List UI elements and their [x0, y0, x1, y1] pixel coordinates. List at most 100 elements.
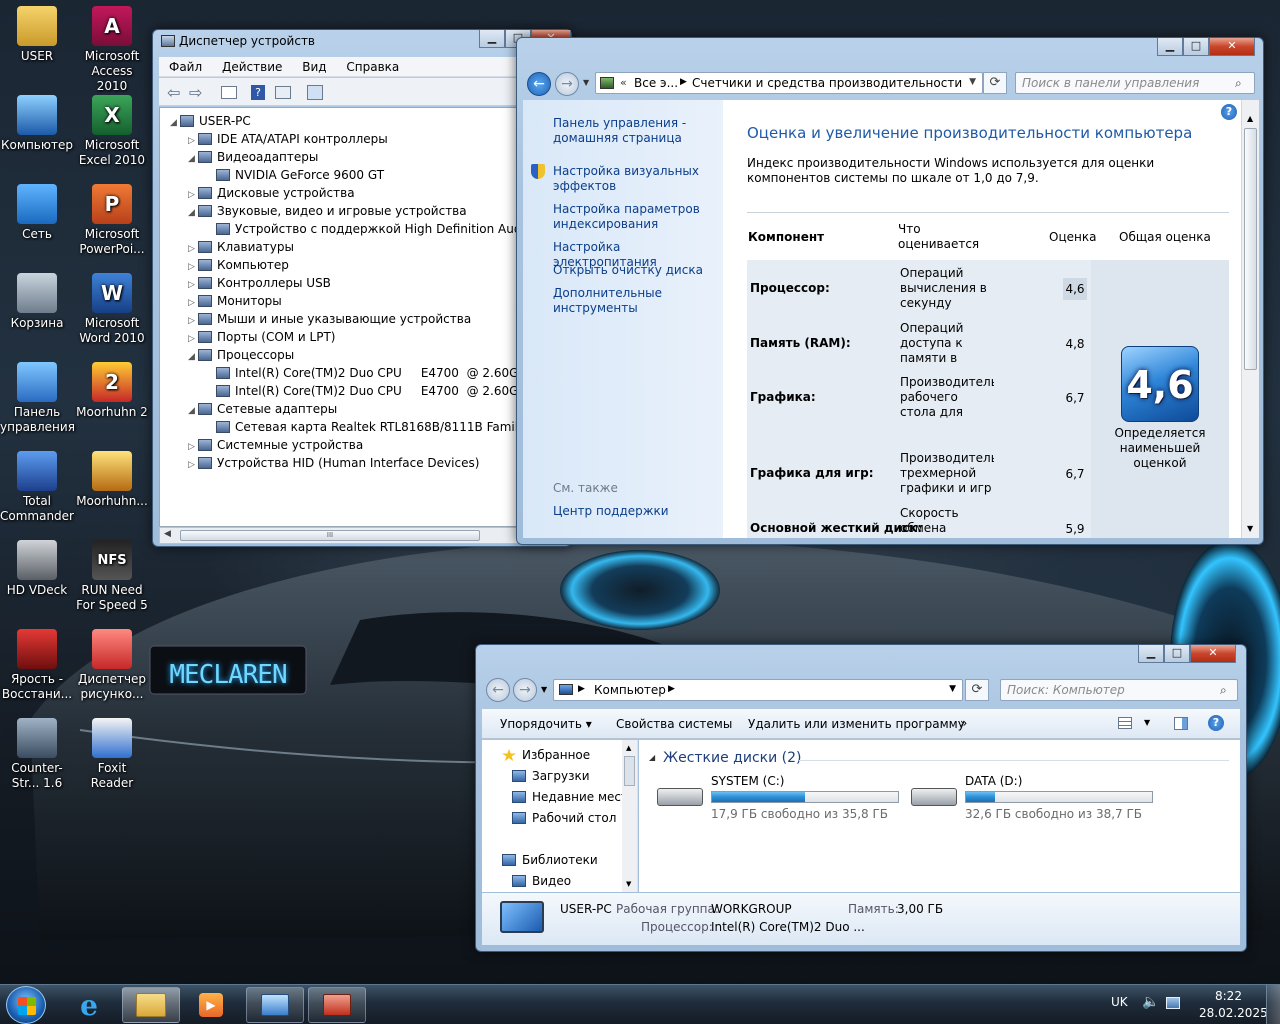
nav-item[interactable]: Рабочий стол: [512, 811, 616, 825]
drive-item[interactable]: SYSTEM (C:) 17,9 ГБ свободно из 35,8 ГБ: [657, 774, 907, 824]
tree-category[interactable]: ◢ Процессоры: [166, 346, 560, 364]
search-icon[interactable]: ⌕: [1220, 683, 1227, 698]
desktop-icon-picture-manager[interactable]: Диспетчер рисунко...: [75, 629, 149, 702]
action-center-link[interactable]: Центр поддержки: [553, 504, 669, 519]
help-icon[interactable]: ?: [1208, 715, 1224, 731]
tree-category[interactable]: ◢ Сетевые адаптеры: [166, 400, 560, 418]
device-tree[interactable]: ◢ USER-PC ▷ IDE ATA/ATAPI контроллеры ◢ Видео…: [159, 107, 567, 527]
breadcrumb-computer[interactable]: Компьютер: [594, 683, 666, 697]
nav-group[interactable]: Библиотеки: [502, 853, 598, 867]
breadcrumb-performance[interactable]: Счетчики и средства производительности: [692, 76, 962, 90]
horizontal-scrollbar[interactable]: ◀ III: [159, 527, 567, 544]
tree-root[interactable]: ◢ USER-PC: [166, 112, 560, 130]
recent-pages-icon[interactable]: ▼: [583, 78, 589, 87]
nav-group[interactable]: Избранное: [502, 748, 590, 762]
tree-expander-icon[interactable]: ◢: [188, 348, 198, 366]
start-button[interactable]: [6, 986, 46, 1024]
forward-button[interactable]: →: [513, 678, 537, 702]
refresh-button[interactable]: ⟳: [965, 679, 989, 701]
tree-expander-icon[interactable]: ◢: [188, 204, 198, 222]
view-options-icon[interactable]: [1118, 717, 1132, 729]
desktop-icon-yarost[interactable]: Ярость - Восстани...: [0, 629, 74, 702]
tree-device[interactable]: NVIDIA GeForce 9600 GT: [166, 166, 560, 184]
sidebar-link-indexing[interactable]: Настройка параметров индексирования: [553, 202, 703, 232]
tree-device[interactable]: Intel(R) Core(TM)2 Duo CPU E4700 @ 2.60G…: [166, 382, 560, 400]
help-icon[interactable]: ?: [1221, 104, 1237, 120]
menu-view[interactable]: Вид: [302, 60, 326, 74]
tree-category[interactable]: ▷ Дисковые устройства: [166, 184, 560, 202]
desktop-icon-ms-access[interactable]: A Microsoft Access 2010: [75, 6, 149, 94]
taskbar-device-manager-button[interactable]: [308, 987, 366, 1023]
breadcrumb-all[interactable]: Все э...: [634, 76, 678, 90]
address-bar[interactable]: « Все э... ▶ Счетчики и средства произво…: [595, 72, 983, 94]
uninstall-program-button[interactable]: Удалить или изменить программу: [748, 717, 965, 731]
sidebar-link-advanced-tools[interactable]: Дополнительные инструменты: [553, 286, 703, 316]
preview-pane-icon[interactable]: [1174, 717, 1188, 730]
nav-item[interactable]: Загрузки: [512, 769, 590, 783]
desktop-icon-total-commander[interactable]: Total Commander: [0, 451, 74, 524]
explorer-window[interactable]: ▁ □ ✕ ← → ▼ ▶ Компьютер ▶ ▼ ⟳ Поиск: Ком…: [475, 644, 1247, 952]
language-indicator[interactable]: UK: [1111, 995, 1128, 1009]
menu-file[interactable]: Файл: [169, 60, 202, 74]
nav-pane[interactable]: Избранное Загрузки Недавние места Рабочий с…: [482, 740, 638, 892]
forward-arrow-icon[interactable]: ⇨: [189, 83, 202, 102]
close-button[interactable]: ✕: [1209, 38, 1255, 56]
taskbar-control-panel-button[interactable]: [246, 987, 304, 1023]
nav-scrollbar[interactable]: ▲ ▼: [622, 740, 637, 892]
organize-button[interactable]: Упорядочить ▾: [500, 717, 592, 731]
scroll-left-icon[interactable]: ◀: [164, 529, 171, 539]
scan-hardware-icon[interactable]: [307, 85, 323, 100]
tree-device[interactable]: Сетевая карта Realtek RTL8168B/8111B Fam…: [166, 418, 560, 436]
tree-category[interactable]: ◢ Видеоадаптеры: [166, 148, 560, 166]
taskbar-ie-button[interactable]: e: [64, 987, 114, 1023]
tree-category[interactable]: ▷ Мониторы: [166, 292, 560, 310]
tree-category[interactable]: ▷ IDE ATA/ATAPI контроллеры: [166, 130, 560, 148]
desktop-icon-ms-powerpoint[interactable]: P Microsoft PowerPoi...: [75, 184, 149, 257]
system-properties-button[interactable]: Свойства системы: [616, 717, 732, 731]
desktop-icon-moorhuhn[interactable]: Moorhuhn...: [75, 451, 149, 509]
scroll-thumb[interactable]: [1244, 128, 1257, 370]
desktop-icon-foxit-reader[interactable]: Foxit Reader: [75, 718, 149, 791]
tree-category[interactable]: ▷ Мыши и иные указывающие устройства: [166, 310, 560, 328]
address-dropdown-icon[interactable]: ▼: [949, 684, 956, 694]
tree-category[interactable]: ▷ Порты (COM и LPT): [166, 328, 560, 346]
sidebar-link-disk-cleanup[interactable]: Открыть очистку диска: [553, 263, 723, 278]
minimize-button[interactable]: ▁: [479, 30, 505, 48]
maximize-button[interactable]: □: [1183, 38, 1209, 56]
search-input[interactable]: Поиск в панели управления: [1015, 72, 1255, 94]
properties-icon[interactable]: [221, 86, 237, 99]
tree-category[interactable]: ▷ Клавиатуры: [166, 238, 560, 256]
forward-button[interactable]: →: [555, 72, 579, 96]
address-bar[interactable]: ▶ Компьютер ▶ ▼: [553, 679, 963, 701]
drive-item[interactable]: DATA (D:) 32,6 ГБ свободно из 38,7 ГБ: [911, 774, 1161, 824]
desktop-icon-counter-strike[interactable]: Counter-Str... 1.6: [0, 718, 74, 791]
desktop-icon-control-panel[interactable]: Панель управления: [0, 362, 75, 435]
sidebar-home-link[interactable]: Панель управления - домашняя страница: [553, 116, 703, 146]
clock-date[interactable]: 28.02.2025: [1199, 1006, 1268, 1020]
desktop-icon-ms-excel[interactable]: X Microsoft Excel 2010: [75, 95, 149, 168]
tree-expander-icon[interactable]: ▷: [188, 456, 198, 474]
tree-expander-icon[interactable]: ◢: [188, 150, 198, 168]
desktop-icon-moorhuhn-2[interactable]: 2 Moorhuhn 2: [75, 362, 149, 420]
tree-device[interactable]: Устройство с поддержкой High Definition …: [166, 220, 560, 238]
close-button[interactable]: ✕: [1190, 645, 1236, 663]
refresh-button[interactable]: ⟳: [983, 72, 1007, 94]
scroll-up-icon[interactable]: ▲: [1247, 114, 1253, 123]
clock-time[interactable]: 8:22: [1215, 989, 1242, 1003]
scroll-down-icon[interactable]: ▼: [1247, 524, 1253, 533]
taskbar-media-player-button[interactable]: ▶: [186, 987, 236, 1023]
search-icon[interactable]: ⌕: [1235, 76, 1242, 91]
scroll-thumb[interactable]: III: [180, 530, 480, 541]
desktop-icon-network[interactable]: Сеть: [0, 184, 74, 242]
device-manager-window[interactable]: Диспетчер устройств ▁ □ ✕ Файл Действие …: [152, 29, 572, 547]
recent-pages-icon[interactable]: ▼: [541, 685, 547, 694]
nav-item[interactable]: Недавние места: [512, 790, 635, 804]
vertical-scrollbar[interactable]: ▲ ▼: [1241, 100, 1259, 538]
update-driver-icon[interactable]: [275, 86, 291, 99]
tree-expander-icon[interactable]: ◢: [188, 402, 198, 420]
taskbar-explorer-button[interactable]: [122, 987, 180, 1023]
desktop-icon-recycle-bin[interactable]: Корзина: [0, 273, 74, 331]
sidebar-link-visual-effects[interactable]: Настройка визуальных эффектов: [553, 164, 703, 194]
help-book-icon[interactable]: ?: [251, 85, 265, 100]
tree-device[interactable]: Intel(R) Core(TM)2 Duo CPU E4700 @ 2.60G…: [166, 364, 560, 382]
